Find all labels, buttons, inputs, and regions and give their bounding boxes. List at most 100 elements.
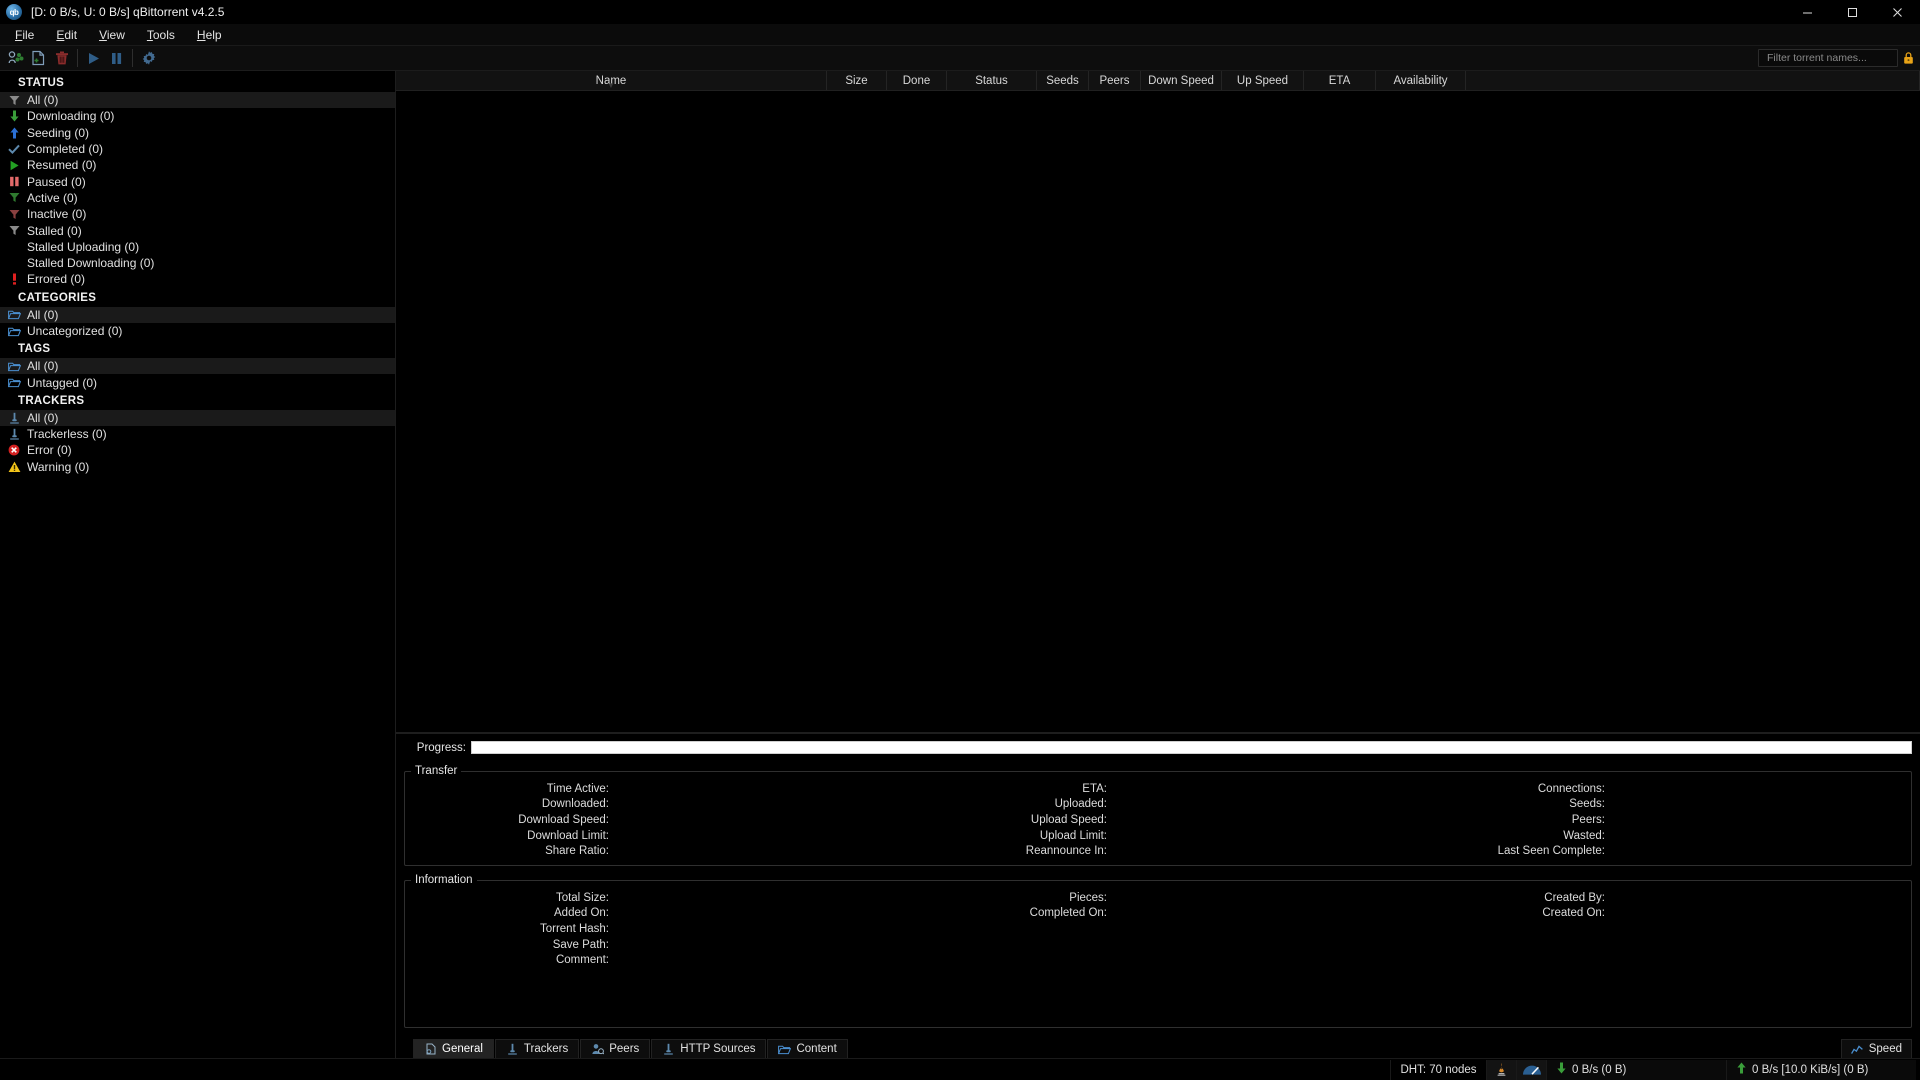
sidebar-item-status-active[interactable]: Active (0) xyxy=(0,190,395,206)
sidebar-item-status-errored[interactable]: Errored (0) xyxy=(0,271,395,287)
tab-http-sources[interactable]: HTTP Sources xyxy=(651,1039,767,1058)
folder-blue-icon xyxy=(6,308,22,322)
sidebar-item-status-inactive[interactable]: Inactive (0) xyxy=(0,206,395,222)
field-label: Wasted: xyxy=(1563,829,1605,842)
field-label: Added On: xyxy=(554,907,609,920)
play-icon[interactable] xyxy=(82,47,105,69)
column-header-status[interactable]: Status xyxy=(947,71,1037,90)
information-grid: Total Size: Pieces: Created By: Added On… xyxy=(411,890,1905,968)
search-input[interactable] xyxy=(1763,52,1902,64)
field-label: Connections: xyxy=(1537,782,1605,795)
status-bar: DHT: 70 nodes 0 B/s (0 B) 0 B/s [10.0 Ki… xyxy=(0,1058,1920,1080)
lock-icon[interactable] xyxy=(1900,48,1916,68)
sidebar-item-status-downloading[interactable]: Downloading (0) xyxy=(0,108,395,124)
sidebar-item-status-paused[interactable]: Paused (0) xyxy=(0,173,395,189)
filter-torrent-box[interactable] xyxy=(1758,49,1902,67)
close-icon[interactable] xyxy=(1875,0,1920,24)
folder-blue-icon xyxy=(778,1043,792,1056)
tracker-blue-icon xyxy=(6,427,22,441)
field-label: Torrent Hash: xyxy=(539,922,609,935)
gear-icon[interactable] xyxy=(137,47,160,69)
dht-status: DHT: 70 nodes xyxy=(1390,1059,1486,1080)
download-speed-status: 0 B/s (0 B) xyxy=(1546,1059,1726,1080)
field-blank-c xyxy=(909,937,1407,953)
column-header-down-speed[interactable]: Down Speed xyxy=(1141,71,1222,90)
field-uploaded: Uploaded: xyxy=(909,797,1407,813)
menu-edit[interactable]: Edit xyxy=(45,26,88,44)
progress-row: Progress: xyxy=(404,740,1912,755)
main-toolbar xyxy=(0,46,1920,71)
column-header-name[interactable]: Name ▼ xyxy=(396,71,827,90)
menu-help[interactable]: Help xyxy=(186,26,233,44)
tracker-blue-icon xyxy=(662,1043,675,1056)
torrent-table-header: Name ▼ Size Done Status Seeds Peers Down… xyxy=(396,71,1920,91)
field-connections: Connections: xyxy=(1407,781,1905,797)
column-header-label: Availability xyxy=(1393,74,1448,87)
field-downloaded: Downloaded: xyxy=(411,797,909,813)
field-pieces: Pieces: xyxy=(909,890,1407,906)
sidebar-item-status-all[interactable]: All (0) xyxy=(0,92,395,109)
tab-label: Speed xyxy=(1868,1043,1902,1055)
sidebar-item-categories-uncategorized[interactable]: Uncategorized (0) xyxy=(0,323,395,339)
torrent-list[interactable] xyxy=(396,91,1920,733)
field-upload-limit: Upload Limit: xyxy=(909,828,1407,844)
field-wasted: Wasted: xyxy=(1407,828,1905,844)
column-header-label: ETA xyxy=(1328,74,1351,87)
sidebar-label: Stalled Uploading (0) xyxy=(27,239,140,254)
column-header-label: Peers xyxy=(1099,74,1130,87)
tab-content[interactable]: Content xyxy=(767,1039,848,1058)
sidebar-item-trackers-all[interactable]: All (0) xyxy=(0,409,395,427)
column-header-up-speed[interactable]: Up Speed xyxy=(1222,71,1304,90)
check-blue-icon xyxy=(6,142,22,156)
field-label: Pieces: xyxy=(1069,891,1107,904)
tab-trackers[interactable]: Trackers xyxy=(494,1039,580,1058)
sidebar-item-status-completed[interactable]: Completed (0) xyxy=(0,141,395,157)
firewalled-icon[interactable] xyxy=(1486,1059,1516,1080)
column-header-peers[interactable]: Peers xyxy=(1089,71,1141,90)
column-header-filler xyxy=(1466,71,1920,90)
sidebar-item-status-stalled-uploading[interactable]: Stalled Uploading (0) xyxy=(0,239,395,255)
sidebar-item-trackers-error[interactable]: Error (0) xyxy=(0,442,395,458)
add-file-icon[interactable] xyxy=(27,47,50,69)
sidebar-item-trackers-warning[interactable]: Warning (0) xyxy=(0,459,395,475)
menu-tools[interactable]: Tools xyxy=(136,26,186,44)
column-header-label: Down Speed xyxy=(1148,74,1214,87)
field-peers: Peers: xyxy=(1407,812,1905,828)
speedometer-icon[interactable] xyxy=(1516,1059,1546,1080)
tab-peers[interactable]: Peers xyxy=(580,1039,651,1058)
sidebar-item-categories-all[interactable]: All (0) xyxy=(0,306,395,323)
field-label: Seeds: xyxy=(1569,798,1605,811)
qb-logo-icon: qb xyxy=(6,4,22,20)
column-header-availability[interactable]: Availability xyxy=(1376,71,1466,90)
arrow-down-green-icon xyxy=(1556,1062,1567,1077)
column-header-seeds[interactable]: Seeds xyxy=(1037,71,1089,90)
column-header-size[interactable]: Size xyxy=(827,71,887,90)
exclamation-red-icon xyxy=(6,272,22,286)
sidebar-item-tags-all[interactable]: All (0) xyxy=(0,358,395,375)
maximize-icon[interactable] xyxy=(1830,0,1875,24)
column-header-done[interactable]: Done xyxy=(887,71,947,90)
sidebar-label: Untagged (0) xyxy=(27,375,98,390)
tab-general[interactable]: General xyxy=(413,1039,494,1058)
sidebar-item-trackers-trackerless[interactable]: Trackerless (0) xyxy=(0,426,395,442)
sidebar-item-status-seeding[interactable]: Seeding (0) xyxy=(0,125,395,141)
menu-view[interactable]: View xyxy=(88,26,136,44)
folder-blue-icon xyxy=(6,376,22,390)
minimize-icon[interactable] xyxy=(1785,0,1830,24)
main-body: STATUS All (0) Downloading (0) Seeding (… xyxy=(0,71,1920,1058)
column-header-eta[interactable]: ETA xyxy=(1304,71,1376,90)
sidebar-label: Errored (0) xyxy=(27,272,86,287)
sidebar-item-tags-untagged[interactable]: Untagged (0) xyxy=(0,374,395,390)
pause-icon[interactable] xyxy=(105,47,128,69)
sidebar-item-status-stalled-downloading[interactable]: Stalled Downloading (0) xyxy=(0,255,395,271)
sidebar-item-status-stalled[interactable]: Stalled (0) xyxy=(0,222,395,238)
menu-file[interactable]: File xyxy=(4,26,45,44)
general-file-icon xyxy=(424,1043,437,1056)
sidebar-label: Completed (0) xyxy=(27,142,104,157)
field-blank-d xyxy=(1407,937,1905,953)
tab-speed[interactable]: Speed xyxy=(1840,1039,1912,1058)
trash-icon[interactable] xyxy=(50,47,73,69)
add-link-icon[interactable] xyxy=(4,47,27,69)
sidebar-label: Inactive (0) xyxy=(27,207,87,222)
sidebar-item-status-resumed[interactable]: Resumed (0) xyxy=(0,157,395,173)
